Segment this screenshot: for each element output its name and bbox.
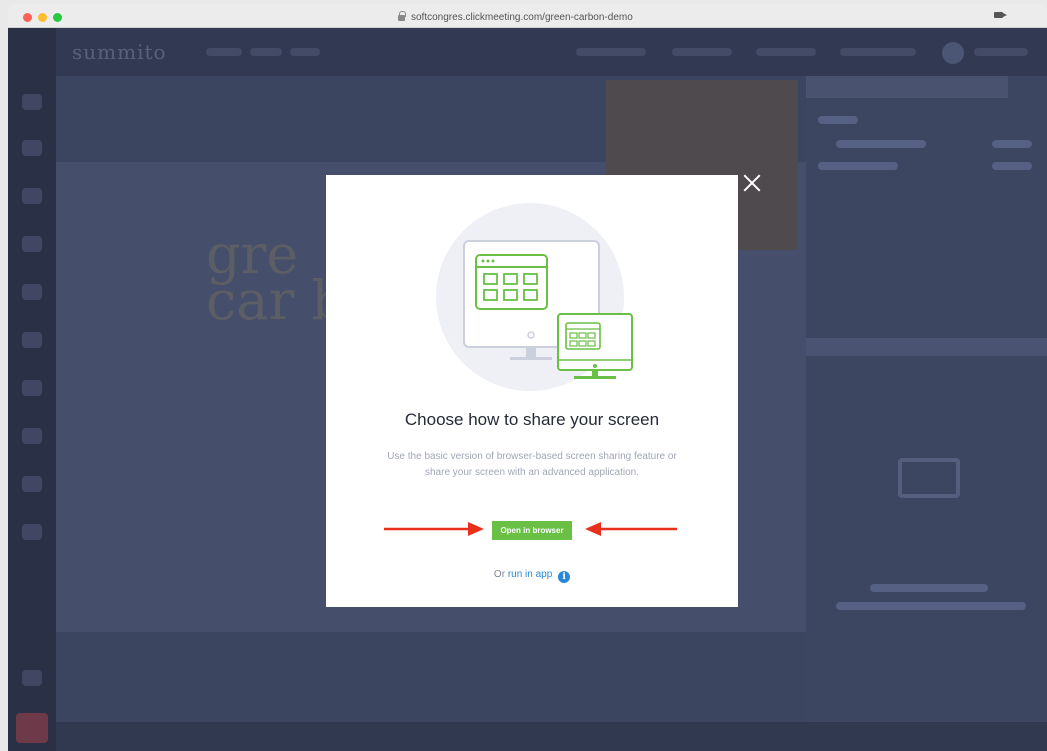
sidebar-icon[interactable] — [22, 94, 42, 110]
app-logo: summito — [72, 40, 167, 64]
panel-row — [818, 116, 858, 124]
close-window-button[interactable] — [23, 13, 32, 22]
panel-row — [818, 162, 898, 170]
panel-tab-band — [806, 338, 1047, 356]
top-menu-item[interactable] — [206, 48, 242, 56]
sidebar-icon[interactable] — [22, 524, 42, 540]
sidebar-icon[interactable] — [22, 188, 42, 204]
minimize-window-button[interactable] — [38, 13, 47, 22]
panel-row — [992, 140, 1032, 148]
sidebar-icon[interactable] — [22, 284, 42, 300]
share-screen-modal: Choose how to share your screen Use the … — [326, 175, 738, 607]
avatar[interactable] — [942, 42, 964, 64]
info-icon[interactable]: i — [558, 571, 571, 583]
left-sidebar — [8, 28, 56, 751]
top-menu-item[interactable] — [250, 48, 282, 56]
left-pointing-arrow-icon — [585, 522, 677, 536]
maximize-window-button[interactable] — [53, 13, 62, 22]
sidebar-icon[interactable] — [22, 428, 42, 444]
panel-row — [992, 162, 1032, 170]
screen-placeholder-icon — [898, 458, 960, 498]
panel-row — [870, 584, 988, 592]
sidebar-icon[interactable] — [22, 670, 42, 686]
close-modal-button[interactable] — [740, 172, 764, 194]
camera-icon[interactable] — [994, 12, 1007, 18]
top-menu-item[interactable] — [840, 48, 916, 56]
address-bar[interactable]: softcongres.clickmeeting.com/green-carbo… — [398, 10, 633, 24]
top-menu-item[interactable] — [576, 48, 646, 56]
run-in-app-line: Or run in app i — [326, 569, 738, 583]
url-text: softcongres.clickmeeting.com/green-carbo… — [411, 11, 633, 23]
panel-row — [836, 602, 1026, 610]
bottom-toolbar — [56, 722, 1047, 751]
top-menu-item[interactable] — [672, 48, 732, 56]
lock-icon — [398, 11, 406, 21]
sidebar-icon[interactable] — [22, 380, 42, 396]
panel-header — [806, 76, 1008, 98]
top-bar: summito — [56, 28, 1047, 76]
slide-title: gre car b — [206, 223, 346, 332]
annotation-arrows — [384, 522, 677, 536]
leave-button[interactable] — [16, 713, 48, 743]
right-pointing-arrow-icon — [384, 522, 484, 536]
sidebar-icon[interactable] — [22, 476, 42, 492]
screen-share-illustration — [436, 203, 633, 391]
right-panel — [806, 76, 1047, 751]
modal-description: Use the basic version of browser-based s… — [387, 451, 677, 478]
sidebar-icon[interactable] — [22, 140, 42, 156]
top-menu-item[interactable] — [756, 48, 816, 56]
user-name — [974, 48, 1028, 56]
sidebar-icon[interactable] — [22, 236, 42, 252]
or-label: Or — [493, 569, 506, 580]
stage-footer — [56, 632, 806, 722]
sidebar-icon[interactable] — [22, 332, 42, 348]
browser-titlebar: softcongres.clickmeeting.com/green-carbo… — [8, 4, 1047, 28]
run-in-app-link[interactable]: run in app — [508, 569, 552, 580]
panel-row — [836, 140, 926, 148]
modal-title: Choose how to share your screen — [404, 410, 660, 429]
top-menu-item[interactable] — [290, 48, 320, 56]
